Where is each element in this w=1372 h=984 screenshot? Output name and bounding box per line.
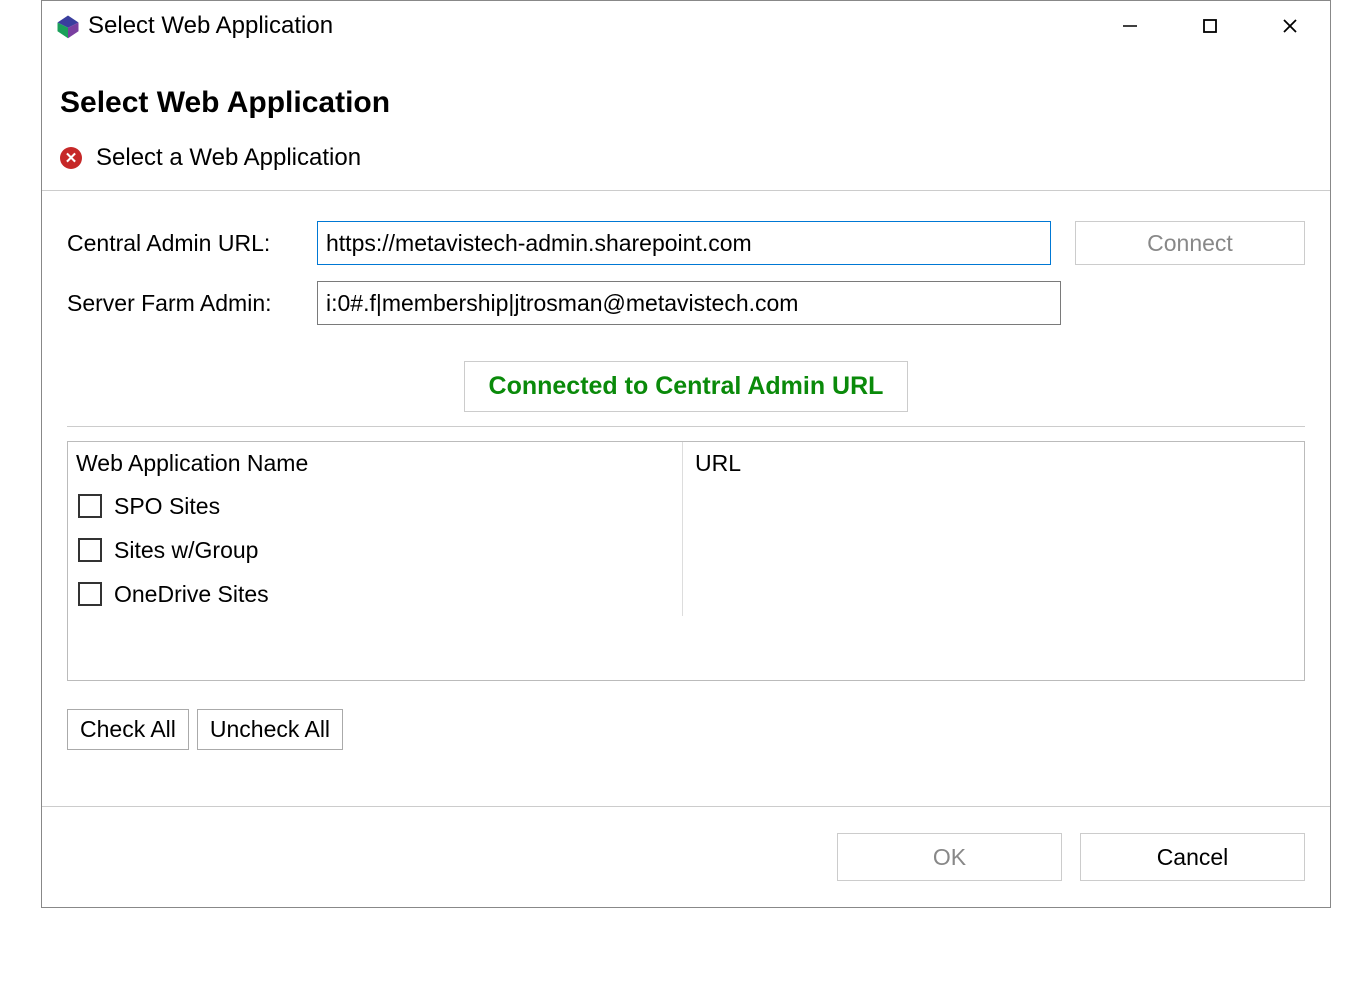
table-header: Web Application Name URL <box>68 442 1304 484</box>
close-icon <box>1282 18 1298 34</box>
column-header-url[interactable]: URL <box>683 442 1304 484</box>
table-body: SPO Sites Sites w/Group OneDrive Sites <box>68 484 1304 680</box>
server-farm-row: Server Farm Admin: <box>67 281 1305 325</box>
close-button[interactable] <box>1250 1 1330 51</box>
row-checkbox[interactable] <box>78 494 102 518</box>
cancel-button[interactable]: Cancel <box>1080 833 1305 881</box>
row-checkbox[interactable] <box>78 538 102 562</box>
central-admin-input[interactable] <box>317 221 1051 265</box>
maximize-icon <box>1202 18 1218 34</box>
table-row[interactable]: SPO Sites <box>68 484 1304 528</box>
check-buttons-row: Check All Uncheck All <box>67 709 1305 750</box>
row-checkbox[interactable] <box>78 582 102 606</box>
status-badge: Connected to Central Admin URL <box>464 361 909 412</box>
maximize-button[interactable] <box>1170 1 1250 51</box>
uncheck-all-button[interactable]: Uncheck All <box>197 709 343 750</box>
table-row[interactable]: Sites w/Group <box>68 528 1304 572</box>
subtitle-row: ✕ Select a Web Application <box>60 144 1312 172</box>
window-title: Select Web Application <box>88 12 333 40</box>
column-header-name[interactable]: Web Application Name <box>68 442 683 484</box>
subtitle-text: Select a Web Application <box>96 144 361 172</box>
ok-button[interactable]: OK <box>837 833 1062 881</box>
row-name: SPO Sites <box>114 493 220 520</box>
footer: OK Cancel <box>42 806 1330 907</box>
header-area: Select Web Application ✕ Select a Web Ap… <box>42 51 1330 190</box>
row-name: OneDrive Sites <box>114 581 269 608</box>
dialog-window: Select Web Application Select Web Applic… <box>41 0 1331 908</box>
status-row: Connected to Central Admin URL <box>67 341 1305 412</box>
central-admin-label: Central Admin URL: <box>67 230 307 257</box>
web-app-table: Web Application Name URL SPO Sites Sites… <box>67 441 1305 681</box>
row-url <box>683 484 1304 528</box>
app-icon <box>54 12 82 40</box>
check-all-button[interactable]: Check All <box>67 709 189 750</box>
minimize-button[interactable] <box>1090 1 1170 51</box>
row-name: Sites w/Group <box>114 537 258 564</box>
row-url <box>683 572 1304 616</box>
titlebar: Select Web Application <box>42 1 1330 51</box>
table-divider <box>67 426 1305 427</box>
page-title: Select Web Application <box>60 86 1312 120</box>
minimize-icon <box>1122 18 1138 34</box>
window-controls <box>1090 1 1330 51</box>
content-area: Central Admin URL: Connect Server Farm A… <box>42 191 1330 806</box>
row-url <box>683 528 1304 572</box>
server-farm-label: Server Farm Admin: <box>67 290 307 317</box>
connect-button[interactable]: Connect <box>1075 221 1305 265</box>
table-row[interactable]: OneDrive Sites <box>68 572 1304 616</box>
server-farm-input[interactable] <box>317 281 1061 325</box>
error-icon: ✕ <box>60 147 82 169</box>
central-admin-row: Central Admin URL: Connect <box>67 221 1305 265</box>
